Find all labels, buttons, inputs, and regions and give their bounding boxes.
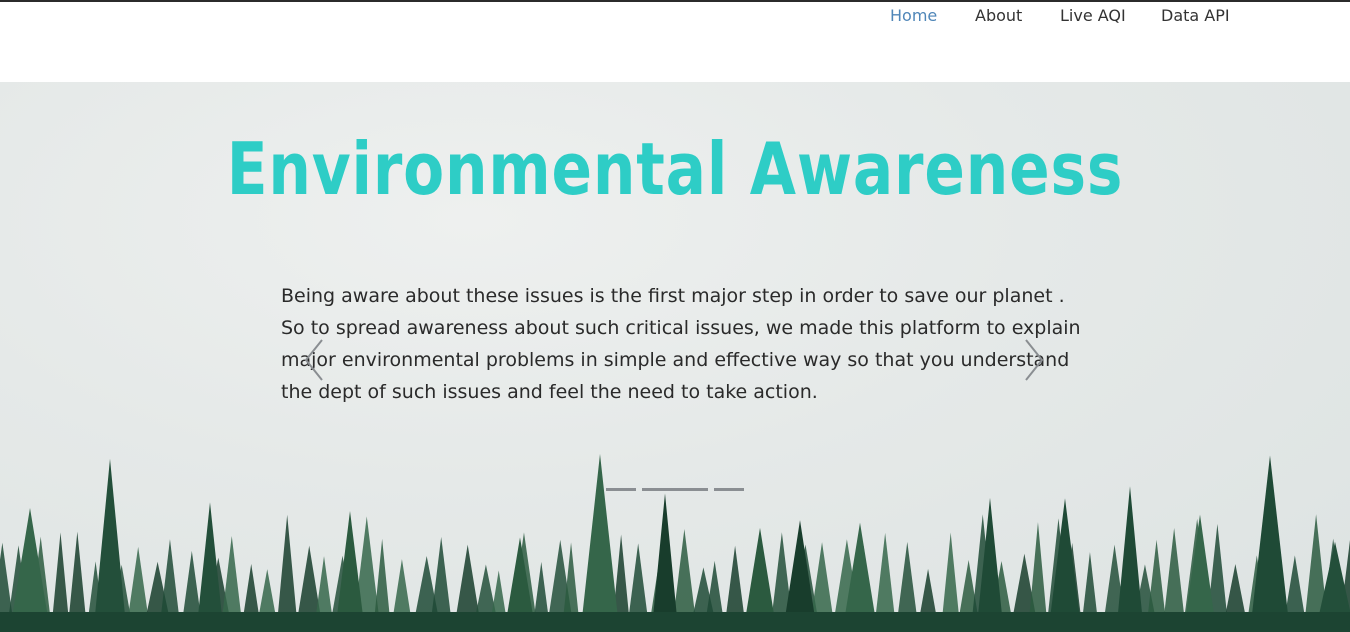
chevron-left-icon <box>304 339 323 381</box>
navbar: Home About Live AQI Data API <box>0 2 1350 82</box>
hero-title: Environmental Awareness <box>226 127 1124 211</box>
carousel-indicator-active[interactable] <box>642 488 708 491</box>
nav-about-link[interactable]: About <box>975 6 1022 25</box>
nav-home-link[interactable]: Home <box>890 6 937 25</box>
carousel-next-button[interactable] <box>1020 338 1050 382</box>
nav-data-api-link[interactable]: Data API <box>1161 6 1230 25</box>
carousel-indicator[interactable] <box>714 488 744 491</box>
carousel-indicators <box>606 488 746 492</box>
carousel-prev-button[interactable] <box>300 338 330 382</box>
hero-carousel: Environmental Awareness Being aware abou… <box>0 82 1350 632</box>
carousel-indicator[interactable] <box>606 488 636 491</box>
forest-background-image <box>0 454 1350 632</box>
chevron-right-icon <box>1025 339 1044 381</box>
hero-description: Being aware about these issues is the fi… <box>281 285 1081 403</box>
nav-live-aqi-link[interactable]: Live AQI <box>1060 6 1126 25</box>
